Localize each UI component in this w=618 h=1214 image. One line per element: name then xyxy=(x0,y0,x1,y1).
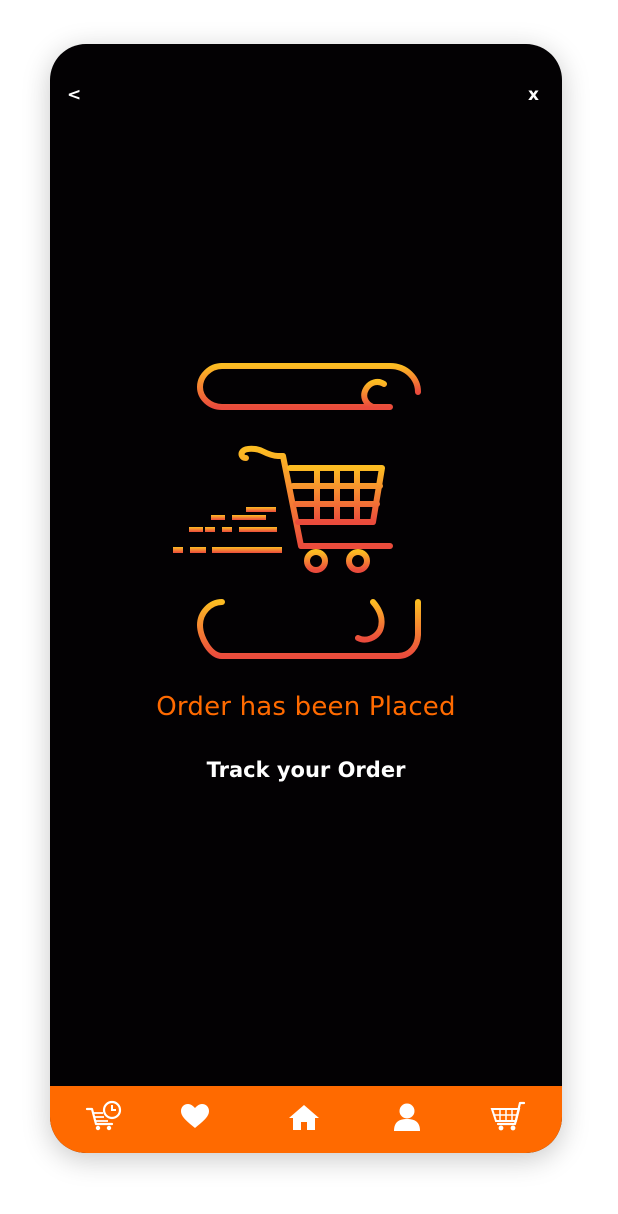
close-button[interactable]: x xyxy=(528,84,539,106)
order-placed-title: Order has been Placed xyxy=(156,692,456,722)
nav-profile[interactable] xyxy=(387,1100,427,1134)
nav-home[interactable] xyxy=(284,1100,324,1134)
nav-cart[interactable] xyxy=(488,1100,528,1134)
nav-order-history[interactable] xyxy=(84,1100,124,1134)
heart-icon xyxy=(181,1104,209,1128)
track-order-link[interactable]: Track your Order xyxy=(50,758,562,782)
user-icon xyxy=(394,1103,420,1131)
order-receipt-cart-icon xyxy=(173,363,421,659)
bottom-nav xyxy=(50,1086,562,1153)
home-icon xyxy=(289,1105,319,1130)
back-button[interactable]: < xyxy=(67,84,81,106)
cart-icon xyxy=(490,1101,526,1131)
nav-favorites[interactable] xyxy=(175,1100,215,1134)
cart-clock-icon xyxy=(85,1100,122,1131)
